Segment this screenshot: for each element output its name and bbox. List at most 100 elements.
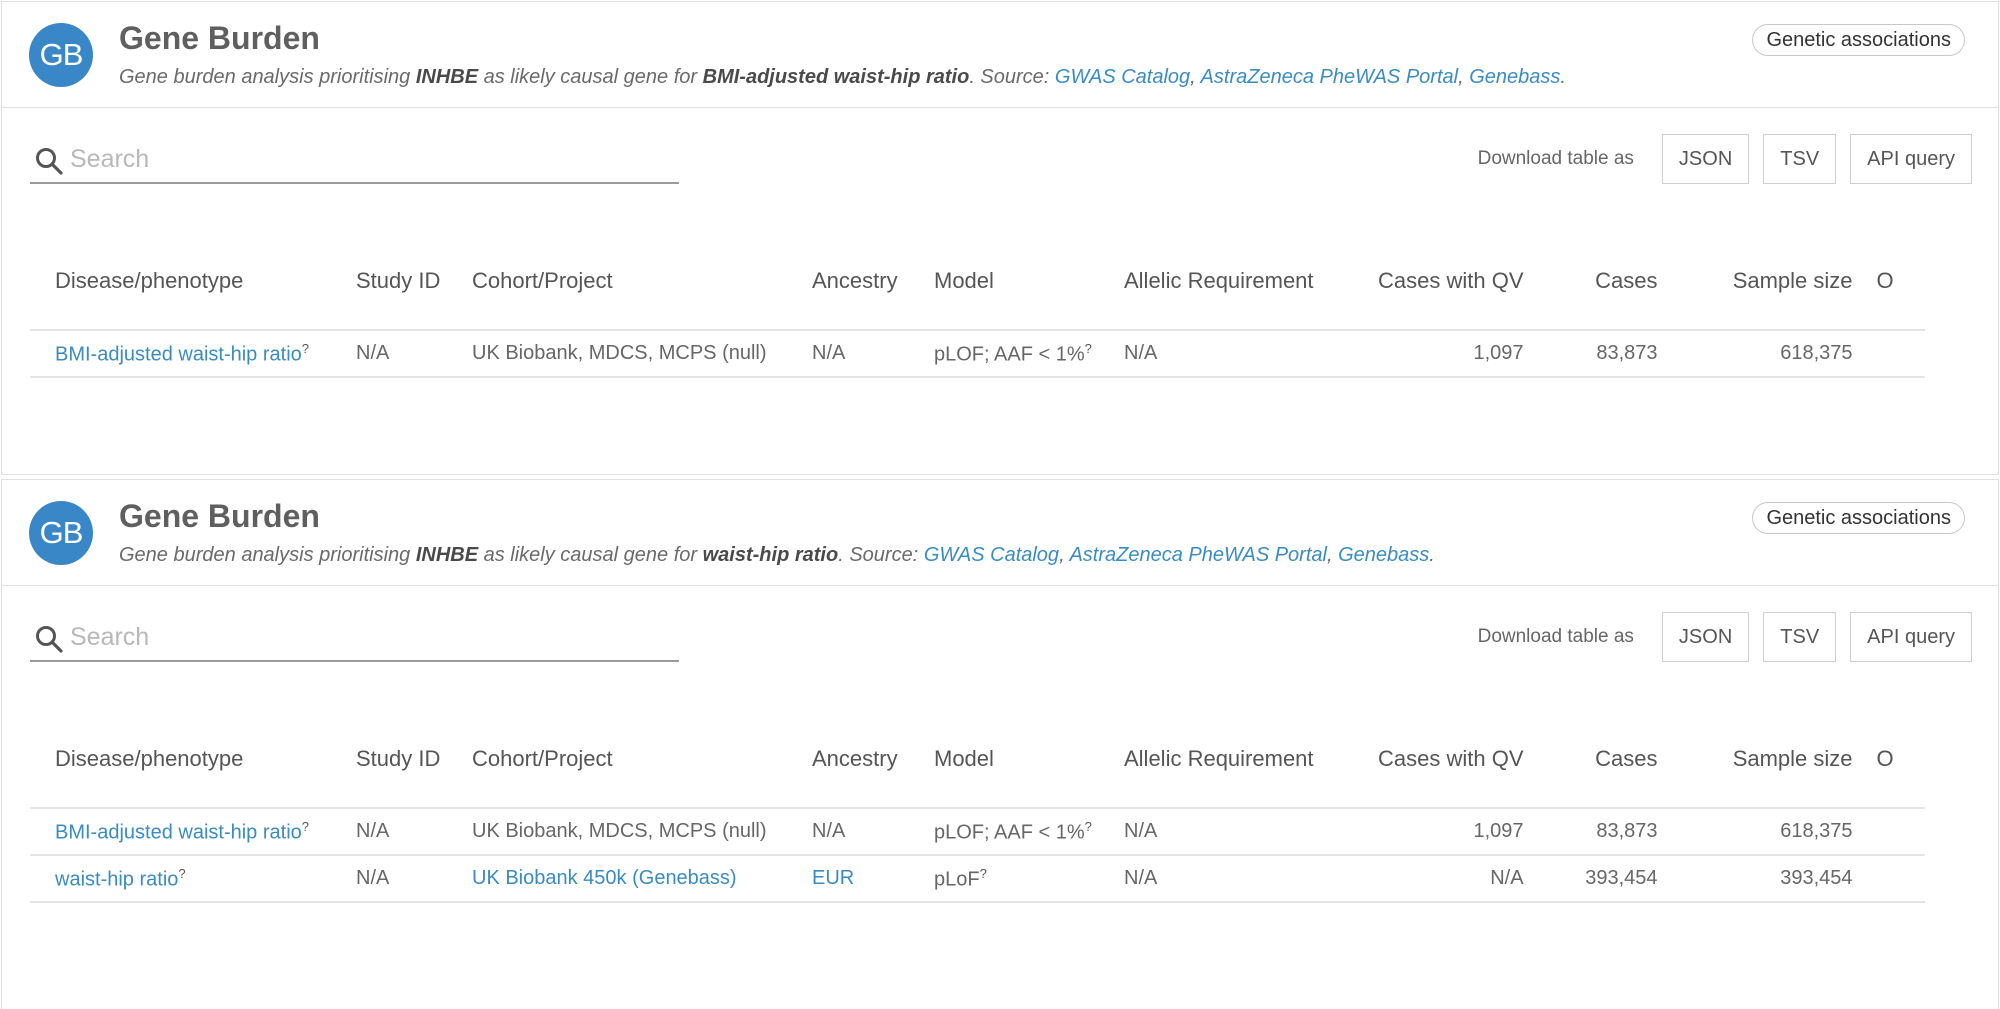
column-header-cases-with-qv[interactable]: Cases with QV [1325, 710, 1536, 809]
model-text: pLOF; AAF < 1% [934, 821, 1085, 844]
table-row: waist-hip ratio? N/A UK Biobank 450k (Ge… [30, 855, 1925, 903]
column-header-study-id[interactable]: Study ID [344, 232, 460, 331]
download-json-button[interactable]: JSON [1661, 612, 1750, 662]
panel-title: Gene Burden [119, 20, 320, 56]
phenotype-link[interactable]: waist-hip ratio [55, 868, 178, 890]
cell-study-id: N/A [344, 330, 460, 378]
download-json-button[interactable]: JSON [1661, 134, 1750, 184]
help-icon[interactable]: ? [1085, 341, 1092, 356]
help-icon[interactable]: ? [178, 866, 185, 881]
desc-end: . [1560, 66, 1566, 88]
download-group: Download table as JSON TSV API query [1478, 612, 1972, 662]
gene-burden-table: Disease/phenotype Study ID Cohort/Projec… [30, 710, 1925, 903]
column-header-cases[interactable]: Cases [1535, 232, 1670, 331]
trait-name: BMI-adjusted waist-hip ratio [702, 66, 970, 88]
column-header-truncated[interactable]: O [1864, 710, 1925, 809]
search-icon [36, 148, 63, 175]
search-icon [36, 626, 63, 653]
search-input[interactable] [68, 140, 668, 178]
cell-model: pLOF; AAF < 1%? [922, 808, 1112, 856]
download-group: Download table as JSON TSV API query [1478, 134, 1972, 184]
download-label: Download table as [1477, 148, 1634, 169]
search-input[interactable] [68, 618, 668, 656]
api-query-button[interactable]: API query [1850, 134, 1972, 184]
cell-study-id: N/A [344, 855, 460, 903]
column-header-model[interactable]: Model [922, 710, 1112, 809]
help-icon[interactable]: ? [1085, 819, 1092, 834]
cell-cohort: UK Biobank, MDCS, MCPS (null) [460, 808, 800, 856]
cell-allelic-requirement: N/A [1112, 855, 1326, 903]
cell-cases: 83,873 [1535, 330, 1670, 378]
cell-sample-size: 618,375 [1669, 330, 1865, 378]
cell-cases-with-qv: 1,097 [1325, 808, 1536, 856]
column-header-sample-size[interactable]: Sample size [1669, 232, 1865, 331]
desc-end: . [1429, 544, 1435, 566]
trait-name: waist-hip ratio [702, 544, 839, 566]
cell-ancestry: N/A [800, 330, 922, 378]
column-header-ancestry[interactable]: Ancestry [800, 232, 922, 331]
cohort-link[interactable]: UK Biobank 450k (Genebass) [472, 867, 737, 889]
phenotype-link[interactable]: BMI-adjusted waist-hip ratio [55, 343, 302, 365]
desc-text: Gene burden analysis prioritising [119, 66, 416, 88]
cell-cases-with-qv: 1,097 [1325, 330, 1536, 378]
help-icon[interactable]: ? [980, 866, 987, 881]
desc-text: Gene burden analysis prioritising [119, 544, 416, 566]
panel-title: Gene Burden [119, 498, 320, 534]
column-header-model[interactable]: Model [922, 232, 1112, 331]
source-link-astrazeneca[interactable]: AstraZeneca PheWAS Portal [1069, 544, 1327, 566]
panel-description: Gene burden analysis prioritising INHBE … [119, 544, 1435, 567]
column-header-allelic-requirement[interactable]: Allelic Requirement [1112, 232, 1326, 331]
column-header-study-id[interactable]: Study ID [344, 710, 460, 809]
column-header-truncated[interactable]: O [1864, 232, 1925, 331]
panel-header: GB Gene Burden Gene burden analysis prio… [2, 480, 1998, 586]
gene-burden-panel-1: GB Gene Burden Gene burden analysis prio… [1, 1, 1999, 475]
column-header-cases[interactable]: Cases [1535, 710, 1670, 809]
table-row: BMI-adjusted waist-hip ratio? N/A UK Bio… [30, 808, 1925, 856]
download-tsv-button[interactable]: TSV [1763, 134, 1837, 184]
cell-model: pLoF? [922, 855, 1112, 903]
panel-header: GB Gene Burden Gene burden analysis prio… [2, 2, 1998, 108]
table-header-row: Disease/phenotype Study ID Cohort/Projec… [30, 232, 1925, 331]
cell-allelic-requirement: N/A [1112, 808, 1326, 856]
table-toolbar: Download table as JSON TSV API query [2, 586, 1998, 686]
table-row: BMI-adjusted waist-hip ratio? N/A UK Bio… [30, 330, 1925, 378]
cell-truncated [1864, 855, 1925, 903]
download-tsv-button[interactable]: TSV [1763, 612, 1837, 662]
desc-text: . Source: [838, 544, 924, 566]
separator: , [1458, 66, 1470, 88]
api-query-button[interactable]: API query [1850, 612, 1972, 662]
cell-sample-size: 618,375 [1669, 808, 1865, 856]
column-header-cohort[interactable]: Cohort/Project [460, 710, 800, 809]
download-label: Download table as [1477, 626, 1634, 647]
column-header-sample-size[interactable]: Sample size [1669, 710, 1865, 809]
phenotype-link[interactable]: BMI-adjusted waist-hip ratio [55, 821, 302, 843]
source-link-genebass[interactable]: Genebass [1469, 66, 1560, 88]
column-header-cases-with-qv[interactable]: Cases with QV [1325, 232, 1536, 331]
genetic-associations-chip[interactable]: Genetic associations [1752, 24, 1965, 56]
cell-cases-with-qv: N/A [1325, 855, 1536, 903]
cell-phenotype: BMI-adjusted waist-hip ratio? [30, 330, 344, 378]
column-header-ancestry[interactable]: Ancestry [800, 710, 922, 809]
model-text: pLOF; AAF < 1% [934, 343, 1085, 366]
avatar: GB [29, 501, 93, 565]
source-link-gwas-catalog[interactable]: GWAS Catalog [924, 544, 1059, 566]
table-toolbar: Download table as JSON TSV API query [2, 108, 1998, 208]
search-box [30, 612, 679, 662]
column-header-allelic-requirement[interactable]: Allelic Requirement [1112, 710, 1326, 809]
ancestry-link[interactable]: EUR [812, 867, 854, 889]
cell-cases: 393,454 [1535, 855, 1670, 903]
cell-allelic-requirement: N/A [1112, 330, 1326, 378]
help-icon[interactable]: ? [302, 819, 309, 834]
separator: , [1190, 66, 1201, 88]
help-icon[interactable]: ? [302, 341, 309, 356]
cell-study-id: N/A [344, 808, 460, 856]
cell-cases: 83,873 [1535, 808, 1670, 856]
source-link-genebass[interactable]: Genebass [1338, 544, 1429, 566]
genetic-associations-chip[interactable]: Genetic associations [1752, 502, 1965, 534]
column-header-phenotype[interactable]: Disease/phenotype [30, 710, 344, 809]
cell-phenotype: BMI-adjusted waist-hip ratio? [30, 808, 344, 856]
source-link-astrazeneca[interactable]: AstraZeneca PheWAS Portal [1201, 66, 1459, 88]
source-link-gwas-catalog[interactable]: GWAS Catalog [1055, 66, 1190, 88]
column-header-cohort[interactable]: Cohort/Project [460, 232, 800, 331]
column-header-phenotype[interactable]: Disease/phenotype [30, 232, 344, 331]
